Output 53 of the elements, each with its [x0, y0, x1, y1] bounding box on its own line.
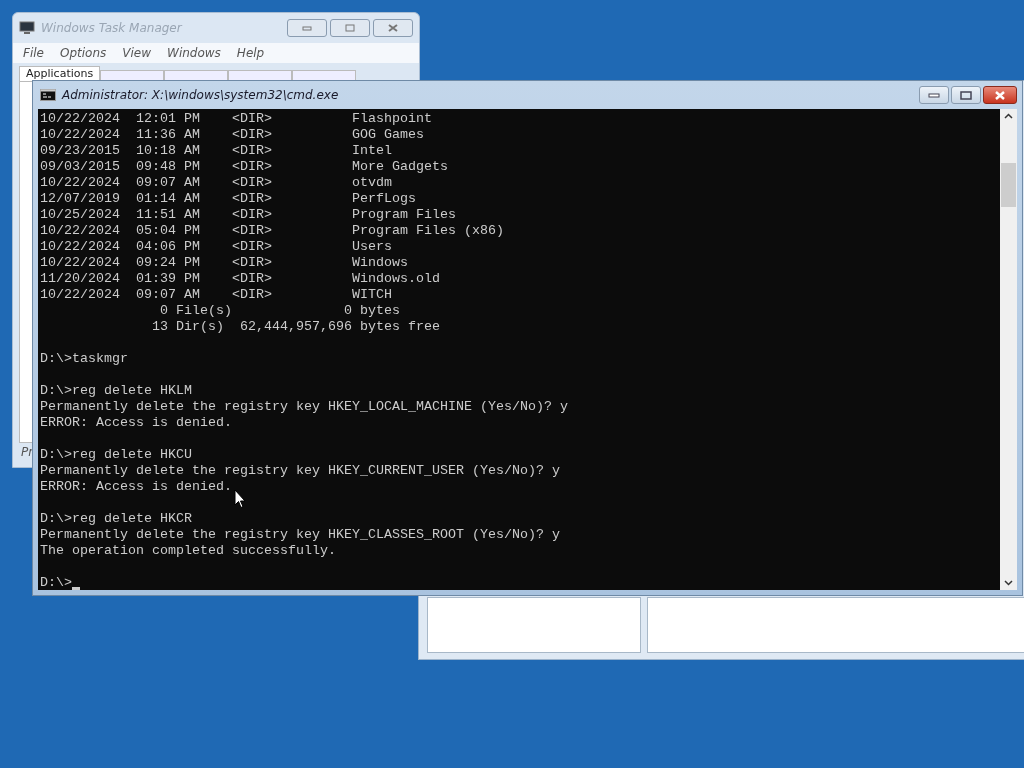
- menu-item[interactable]: View: [122, 46, 151, 60]
- maximize-button[interactable]: [951, 86, 981, 104]
- menu-item[interactable]: Help: [236, 46, 265, 60]
- close-button[interactable]: [983, 86, 1017, 104]
- console-icon: [40, 89, 56, 101]
- scrollbar[interactable]: [1000, 109, 1017, 590]
- console-line: D:\>: [40, 575, 72, 590]
- mouse-pointer-icon: [234, 489, 246, 509]
- console-line: 10/22/2024 09:24 PM <DIR> Windows: [40, 255, 408, 271]
- minimize-icon: [302, 25, 312, 31]
- minimize-button[interactable]: [287, 19, 327, 37]
- console-line: 12/07/2019 01:14 AM <DIR> PerfLogs: [40, 191, 416, 207]
- menu-item[interactable]: Windows: [167, 46, 221, 60]
- console-line: 09/03/2015 09:48 PM <DIR> More Gadgets: [40, 159, 448, 175]
- console-line: Permanently delete the registry key HKEY_CLASSES_ROOT (Yes/No)? y: [40, 527, 560, 543]
- console-line: 13 Dir(s) 62,444,957,696 bytes free: [150, 319, 440, 335]
- menu-item[interactable]: Options: [59, 46, 107, 60]
- console-line: ERROR: Access is denied.: [40, 415, 232, 431]
- tab[interactable]: [292, 70, 357, 81]
- console-line: 10/25/2024 11:51 AM <DIR> Program Files: [40, 207, 456, 223]
- tab[interactable]: [164, 70, 229, 81]
- close-icon: [388, 24, 398, 32]
- console-line: 10/22/2024 04:06 PM <DIR> Users: [40, 239, 392, 255]
- menu-item[interactable]: File: [23, 46, 44, 60]
- console-line: 09/23/2015 10:18 AM <DIR> Intel: [40, 143, 392, 159]
- window-title: Windows Task Manager: [41, 21, 182, 35]
- console-line: D:\>reg delete HKLM: [40, 383, 192, 399]
- monitor-icon: [19, 21, 35, 35]
- tab[interactable]: [228, 70, 293, 81]
- console-line: 0 File(s) 0 bytes: [158, 303, 400, 319]
- close-icon: [994, 90, 1006, 100]
- console-line: Permanently delete the registry key HKEY_LOCAL_MACHINE (Yes/No)? y: [40, 399, 568, 415]
- console-line: 10/22/2024 09:07 AM <DIR> otvdm: [40, 175, 392, 191]
- close-button[interactable]: [373, 19, 413, 37]
- console-line: D:\>taskmgr: [40, 351, 128, 367]
- console-line: The operation completed successfully.: [40, 543, 336, 559]
- console-line: ERROR: Access is denied.: [40, 479, 232, 495]
- console-line: Permanently delete the registry key HKEY_CURRENT_USER (Yes/No)? y: [40, 463, 560, 479]
- console-line: D:\>reg delete HKCR: [40, 511, 192, 527]
- scrollbar-thumb[interactable]: [1001, 163, 1016, 207]
- minimize-icon: [928, 92, 940, 98]
- tab[interactable]: [100, 70, 165, 81]
- console-line: 10/22/2024 11:36 AM <DIR> GOG Games: [40, 127, 424, 143]
- console-line: D:\>reg delete HKCU: [40, 447, 192, 463]
- console-line: 10/22/2024 12:01 PM <DIR> Flashpoint: [40, 111, 432, 127]
- console-line: 10/22/2024 09:07 AM <DIR> WITCH: [40, 287, 392, 303]
- minimize-button[interactable]: [919, 86, 949, 104]
- maximize-icon: [345, 24, 355, 32]
- maximize-icon: [960, 90, 972, 100]
- window-title: Administrator: X:\windows\system32\cmd.exe: [62, 88, 339, 102]
- console-line: 10/22/2024 05:04 PM <DIR> Program Files (x86): [40, 223, 504, 239]
- maximize-button[interactable]: [330, 19, 370, 37]
- console-line: 11/20/2024 01:39 PM <DIR> Windows.old: [40, 271, 440, 287]
